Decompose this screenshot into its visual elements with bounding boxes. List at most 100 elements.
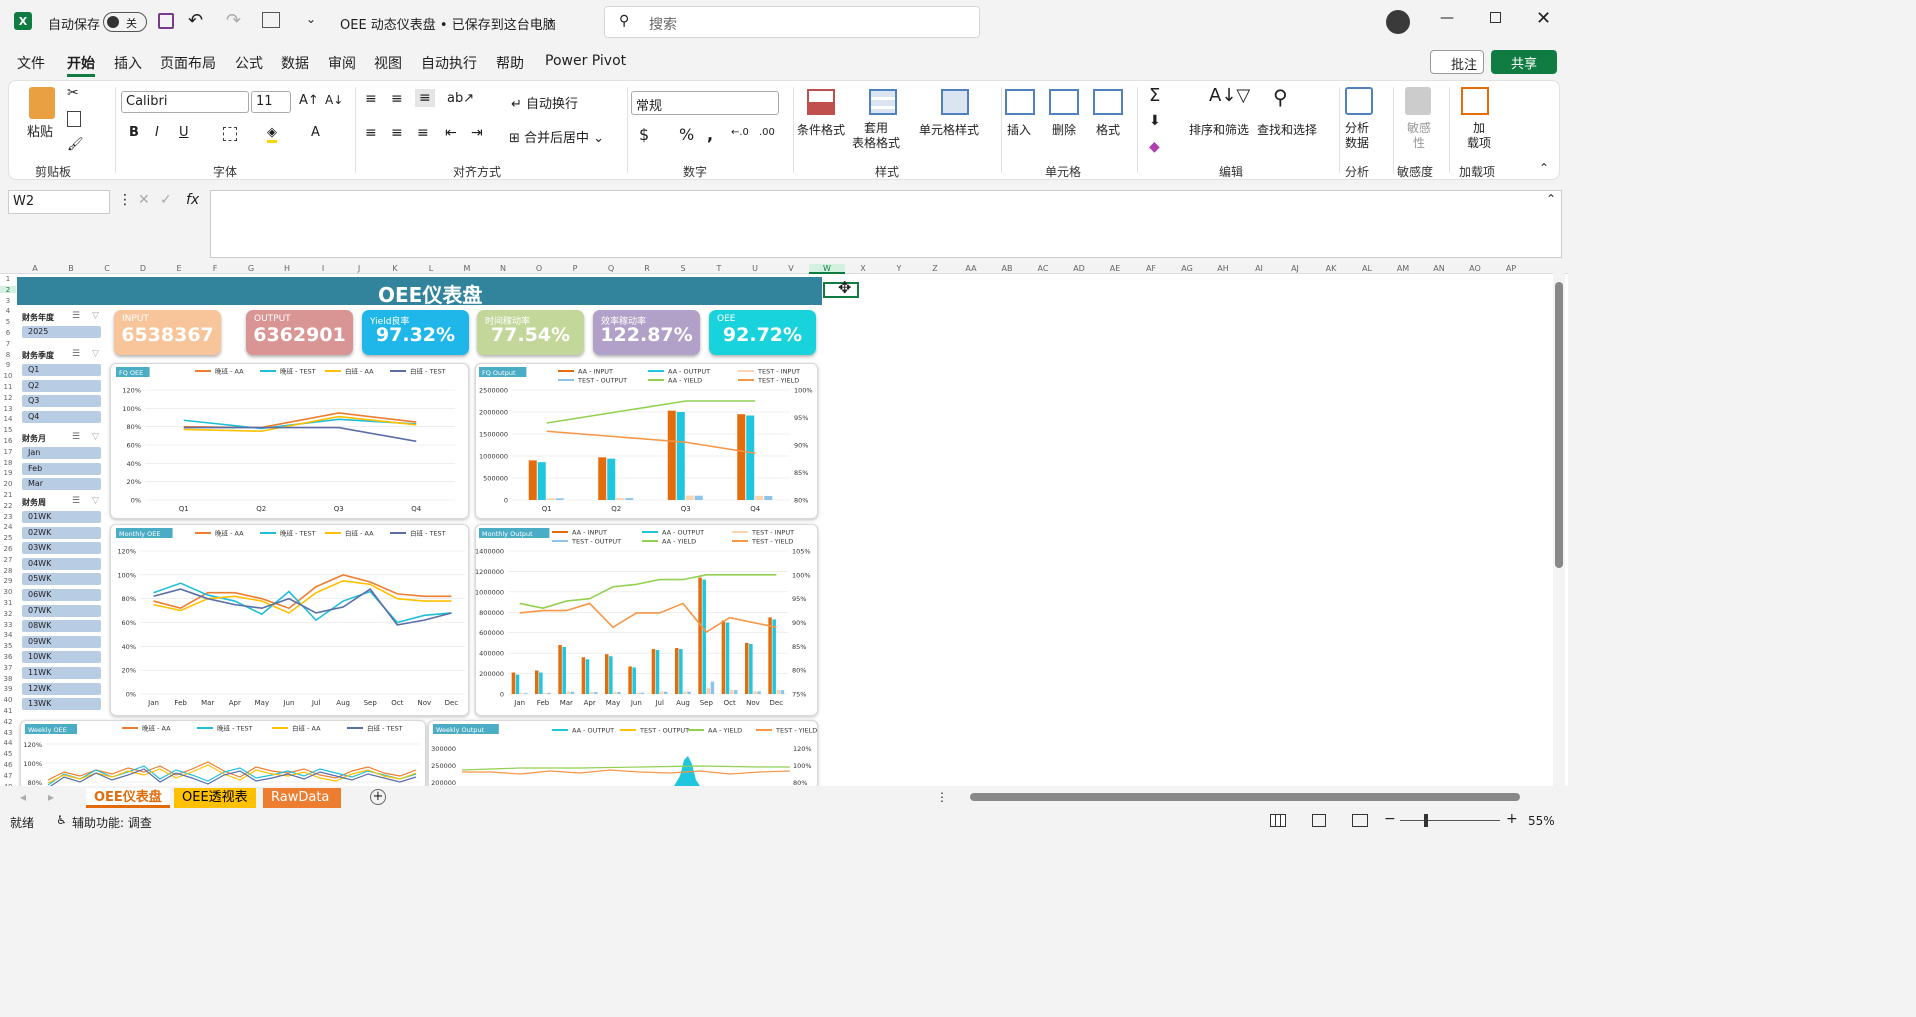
- vertical-scrollbar[interactable]: [1553, 270, 1565, 786]
- bar: [676, 412, 685, 500]
- sheet-tab-rawdata[interactable]: RawData: [263, 788, 341, 808]
- x-tick-label: May: [255, 699, 269, 707]
- bar: [636, 692, 641, 694]
- x-tick-label: Nov: [746, 699, 760, 707]
- zoom-level[interactable]: 55%: [1528, 814, 1555, 828]
- y-tick-label: 40%: [127, 460, 141, 468]
- page-break-view-icon[interactable]: [1352, 814, 1368, 827]
- y2-tick-label: 80%: [793, 779, 807, 786]
- vertical-scroll-thumb[interactable]: [1555, 282, 1563, 568]
- y-tick-label: 120%: [122, 387, 141, 395]
- y-tick-label: 1500000: [479, 431, 508, 439]
- bar: [632, 667, 636, 694]
- legend-label: AA - INPUT: [578, 368, 613, 376]
- chart-title: Weekly Output: [436, 726, 485, 734]
- horizontal-scroll-thumb[interactable]: [970, 793, 1520, 801]
- y-tick-label: 0%: [131, 497, 141, 505]
- bar: [605, 654, 609, 694]
- bar: [683, 691, 687, 694]
- y2-tick-label: 100%: [793, 762, 812, 770]
- bar: [607, 458, 616, 500]
- bar: [776, 689, 781, 694]
- legend-label: AA - INPUT: [572, 529, 607, 537]
- series-line: [519, 602, 777, 634]
- sheet-tab-dashboard[interactable]: OEE仪表盘: [86, 788, 170, 808]
- normal-view-icon[interactable]: [1270, 814, 1286, 827]
- y-tick-label: 80%: [122, 595, 136, 603]
- legend-label: 晚班 - AA: [215, 367, 244, 376]
- bar: [721, 620, 726, 694]
- accessibility-icon[interactable]: ♿: [56, 813, 67, 827]
- bar: [694, 495, 703, 500]
- y2-tick-label: 85%: [792, 643, 806, 651]
- page-layout-view-icon[interactable]: [1312, 814, 1326, 827]
- y-tick-label: 60%: [127, 442, 141, 450]
- y-tick-label: 120%: [117, 548, 136, 556]
- horizontal-scrollbar[interactable]: [956, 790, 1546, 804]
- x-tick-label: Jan: [147, 699, 159, 707]
- x-tick-label: Q2: [256, 505, 266, 513]
- bar: [570, 691, 575, 694]
- bar: [710, 681, 715, 694]
- x-tick-label: Jan: [513, 699, 525, 707]
- legend-label: TEST - OUTPUT: [571, 538, 621, 546]
- zoom-slider[interactable]: [1400, 820, 1500, 821]
- y-tick-label: 60%: [122, 619, 136, 627]
- x-tick-label: Jun: [282, 699, 294, 707]
- x-tick-label: Mar: [201, 699, 214, 707]
- add-sheet-icon[interactable]: +: [370, 789, 386, 805]
- next-sheet-icon[interactable]: ▸: [48, 790, 54, 804]
- series-line: [461, 765, 790, 771]
- bar: [613, 691, 617, 694]
- zoom-out-icon[interactable]: −: [1384, 811, 1396, 827]
- accessibility-status[interactable]: 辅助功能: 调查: [72, 814, 152, 831]
- legend-label: AA - YIELD: [668, 377, 702, 385]
- y-tick-label: 120%: [23, 741, 42, 749]
- charts-layer: FQ OEE 晚班 - AA 晚班 - TEST 白班 - AA 白班 - TEST 0%…: [23, 367, 817, 786]
- bar: [687, 691, 691, 694]
- bar: [663, 691, 668, 694]
- y-tick-label: 2500000: [479, 387, 508, 395]
- x-tick-label: Q3: [334, 505, 344, 513]
- bar: [768, 617, 772, 694]
- series-line: [519, 574, 777, 610]
- zoom-in-icon[interactable]: +: [1506, 811, 1518, 827]
- x-tick-label: Apr: [584, 699, 596, 707]
- bar: [725, 622, 730, 694]
- bar: [543, 692, 547, 694]
- y-tick-label: 1000000: [475, 588, 504, 596]
- x-tick-label: Feb: [537, 699, 550, 707]
- x-tick-label: Dec: [770, 699, 784, 707]
- bar: [589, 691, 594, 694]
- bar: [755, 495, 764, 500]
- y2-tick-label: 80%: [792, 667, 806, 675]
- chart-title: Weekly OEE: [28, 726, 67, 734]
- bar: [511, 672, 516, 694]
- y2-tick-label: 80%: [794, 497, 808, 505]
- bar: [698, 577, 702, 694]
- y-tick-label: 100%: [23, 760, 42, 768]
- bar: [566, 691, 571, 694]
- sheet-tab-pivot[interactable]: OEE透视表: [174, 788, 256, 808]
- legend-label: TEST - YIELD: [751, 538, 793, 546]
- legend-label: 白班 - AA: [345, 529, 374, 538]
- y-tick-label: 20%: [127, 478, 141, 486]
- x-tick-label: Mar: [560, 699, 573, 707]
- y-tick-label: 500000: [483, 475, 508, 483]
- prev-sheet-icon[interactable]: ◂: [20, 790, 26, 804]
- y-tick-label: 200000: [431, 779, 456, 786]
- bar: [539, 672, 543, 694]
- x-tick-label: Sep: [364, 699, 378, 707]
- bar: [757, 691, 761, 694]
- zoom-slider-thumb[interactable]: [1424, 814, 1428, 827]
- tab-split-icon[interactable]: ⋮: [936, 790, 948, 804]
- y-tick-label: 250000: [431, 762, 456, 770]
- legend-label: TEST - OUTPUT: [639, 727, 689, 735]
- bar: [737, 414, 746, 500]
- y-tick-label: 40%: [122, 643, 136, 651]
- legend-label: AA - OUTPUT: [668, 368, 710, 376]
- bar: [535, 670, 539, 694]
- bar: [616, 498, 625, 500]
- x-tick-label: Q4: [750, 505, 761, 513]
- x-tick-label: Q1: [179, 505, 189, 513]
